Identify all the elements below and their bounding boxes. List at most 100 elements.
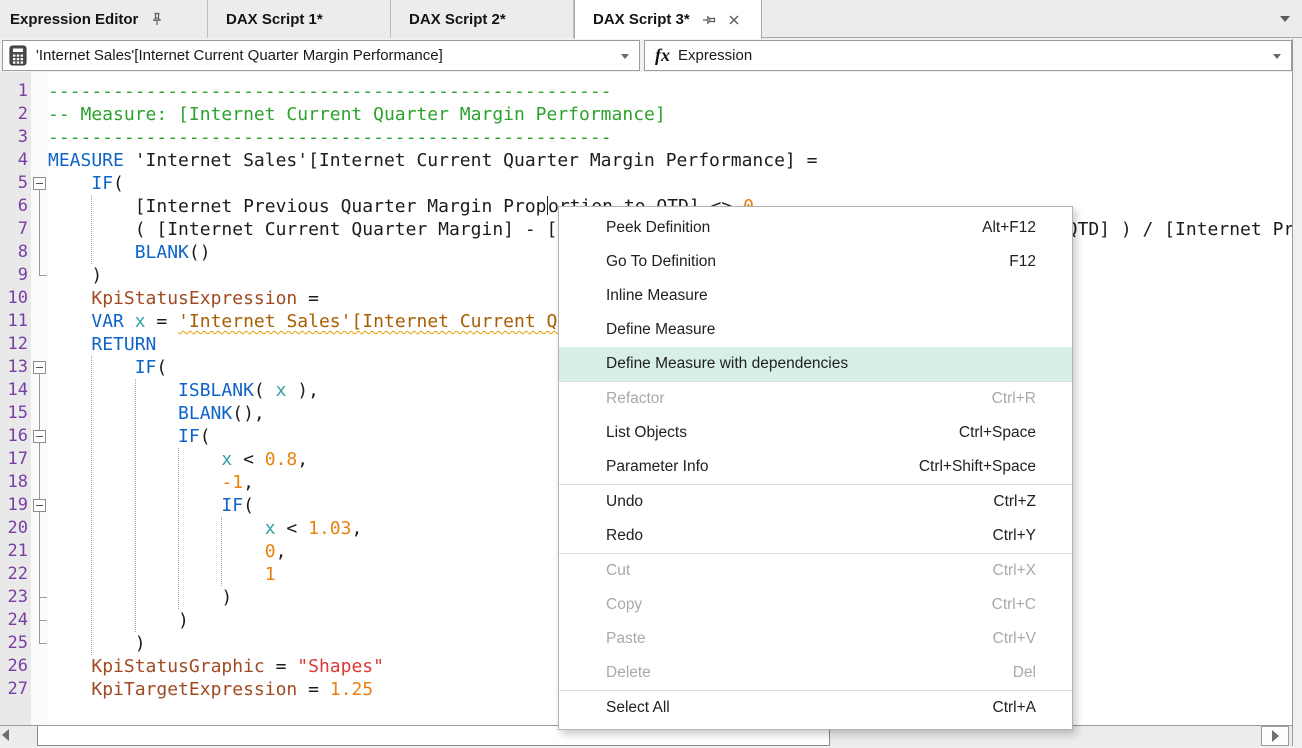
line-number: 14 <box>0 379 28 402</box>
menu-item-label: List Objects <box>559 424 687 442</box>
code-line: -1, <box>48 471 254 494</box>
menu-item-list-objects[interactable]: List ObjectsCtrl+Space <box>559 416 1072 450</box>
chevron-down-icon[interactable] <box>621 54 629 59</box>
menu-item-inline-measure[interactable]: Inline Measure <box>559 279 1072 313</box>
menu-item-parameter-info[interactable]: Parameter InfoCtrl+Shift+Space <box>559 450 1072 484</box>
code-line: IF( <box>48 494 254 517</box>
line-number: 23 <box>0 586 28 609</box>
menu-item-label: Delete <box>559 664 651 682</box>
tab-label: DAX Script 2* <box>409 11 506 28</box>
tab-list-dropdown-icon[interactable] <box>1280 16 1290 22</box>
code-line: KpiStatusGraphic = "Shapes" <box>48 655 384 678</box>
menu-item-shortcut: F12 <box>1009 253 1072 271</box>
code-line: x < 1.03, <box>48 517 362 540</box>
fold-end-tick <box>39 620 47 621</box>
line-number: 13 <box>0 356 28 379</box>
menu-item-define-measure[interactable]: Define Measure <box>559 313 1072 347</box>
code-line: ISBLANK( x ), <box>48 379 319 402</box>
line-number: 4 <box>0 149 28 172</box>
fold-end-tick <box>39 597 47 598</box>
code-line: MEASURE 'Internet Sales'[Internet Curren… <box>48 149 817 172</box>
menu-item-label: Refactor <box>559 390 665 408</box>
fold-end-tick <box>39 275 47 276</box>
line-number: 19 <box>0 494 28 517</box>
menu-item-shortcut: Ctrl+V <box>993 630 1073 648</box>
code-line: ----------------------------------------… <box>48 80 612 103</box>
line-number: 25 <box>0 632 28 655</box>
selected-property-label: Expression <box>678 47 752 64</box>
chevron-down-icon[interactable] <box>1273 54 1281 59</box>
line-number: 22 <box>0 563 28 586</box>
menu-item-delete: DeleteDel <box>559 656 1072 690</box>
menu-item-shortcut: Ctrl+X <box>993 562 1073 580</box>
menu-item-redo[interactable]: RedoCtrl+Y <box>559 519 1072 553</box>
menu-item-label: Go To Definition <box>559 253 716 271</box>
menu-item-label: Peek Definition <box>559 219 710 237</box>
menu-item-shortcut: Ctrl+C <box>992 596 1072 614</box>
fold-line <box>39 190 40 275</box>
line-number: 9 <box>0 264 28 287</box>
line-number: 5 <box>0 172 28 195</box>
menu-item-go-to-definition[interactable]: Go To Definition F12 <box>559 245 1072 279</box>
pin-icon[interactable] <box>150 12 164 26</box>
scroll-right-arrow-icon <box>1272 730 1279 742</box>
code-line: ) <box>48 632 146 655</box>
line-number: 2 <box>0 103 28 126</box>
code-line: BLANK() <box>48 241 211 264</box>
property-selector-combobox[interactable]: fx Expression <box>644 40 1292 71</box>
line-number: 16 <box>0 425 28 448</box>
code-line: KpiTargetExpression = 1.25 <box>48 678 373 701</box>
menu-item-define-measure-with-dependencies[interactable]: Define Measure with dependencies <box>559 347 1072 381</box>
code-line: 0, <box>48 540 286 563</box>
menu-item-select-all[interactable]: Select All Ctrl+A <box>559 691 1072 725</box>
line-number: 27 <box>0 678 28 701</box>
scroll-right-button[interactable] <box>1261 726 1289 746</box>
fold-collapse-box[interactable] <box>33 499 46 512</box>
code-line: -- Measure: [Internet Current Quarter Ma… <box>48 103 666 126</box>
menu-item-peek-definition[interactable]: Peek Definition Alt+F12 <box>559 211 1072 245</box>
line-number: 3 <box>0 126 28 149</box>
code-line: ) <box>48 609 189 632</box>
dax-script-editor-window: Expression Editor DAX Script 1* DAX Script… <box>0 0 1302 748</box>
pin-icon[interactable] <box>702 13 716 27</box>
menu-item-shortcut: Ctrl+A <box>993 699 1073 717</box>
line-number: 6 <box>0 195 28 218</box>
menu-item-label: Define Measure with dependencies <box>559 355 848 373</box>
menu-item-label: Parameter Info <box>559 458 709 476</box>
tab-dax-script-1[interactable]: DAX Script 1* <box>208 0 391 38</box>
code-line: ----------------------------------------… <box>48 126 612 149</box>
scroll-left-arrow-icon[interactable] <box>2 729 9 741</box>
line-number: 18 <box>0 471 28 494</box>
code-line: IF( <box>48 425 211 448</box>
menu-item-shortcut: Alt+F12 <box>982 219 1072 237</box>
menu-item-label: Select All <box>559 699 670 717</box>
code-line: BLANK(), <box>48 402 265 425</box>
tab-dax-script-2[interactable]: DAX Script 2* <box>391 0 574 38</box>
selected-measure-label: 'Internet Sales'[Internet Current Quarte… <box>36 47 443 64</box>
menu-item-cut: Cut Ctrl+X <box>559 554 1072 588</box>
line-number: 20 <box>0 517 28 540</box>
editor-toolbar: 'Internet Sales'[Internet Current Quarte… <box>0 39 1293 72</box>
line-number: 24 <box>0 609 28 632</box>
fx-icon: fx <box>655 45 670 66</box>
close-icon[interactable] <box>728 14 740 26</box>
tab-label: Expression Editor <box>10 11 138 28</box>
menu-item-undo[interactable]: UndoCtrl+Z <box>559 485 1072 519</box>
menu-item-label: Copy <box>559 596 642 614</box>
code-line: IF( <box>48 172 124 195</box>
code-line: ) <box>48 264 102 287</box>
line-number: 21 <box>0 540 28 563</box>
tab-strip: Expression Editor DAX Script 1* DAX Script… <box>0 0 1302 38</box>
tab-label: DAX Script 3* <box>593 11 690 28</box>
menu-item-label: Paste <box>559 630 646 648</box>
fold-collapse-box[interactable] <box>33 361 46 374</box>
tab-dax-script-3[interactable]: DAX Script 3* <box>574 0 762 39</box>
fold-collapse-box[interactable] <box>33 177 46 190</box>
line-number: 11 <box>0 310 28 333</box>
menu-item-refactor: RefactorCtrl+R <box>559 382 1072 416</box>
measure-selector-combobox[interactable]: 'Internet Sales'[Internet Current Quarte… <box>2 40 640 71</box>
code-line: KpiStatusExpression = <box>48 287 319 310</box>
tab-expression-editor[interactable]: Expression Editor <box>0 0 208 38</box>
fold-collapse-box[interactable] <box>33 430 46 443</box>
menu-item-label: Cut <box>559 562 630 580</box>
